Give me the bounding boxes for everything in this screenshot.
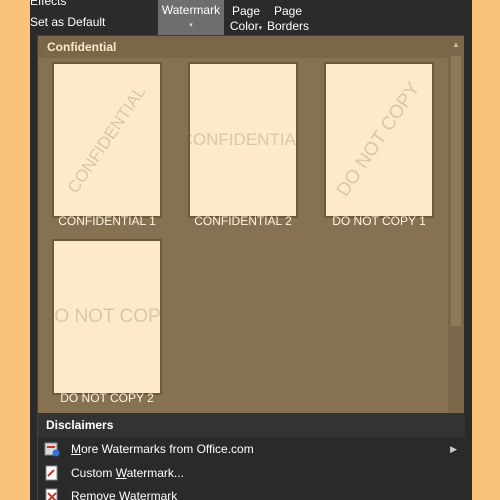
gallery-scrollbar[interactable]: ▲: [448, 36, 464, 413]
page-borders-label-line2: Borders: [266, 19, 310, 33]
watermark-preview-text: CONFIDENTIAL: [63, 82, 150, 197]
remove-watermark-menu-item[interactable]: Remove Watermark: [38, 484, 465, 500]
watermark-preview-text: CONFIDENTIAL: [190, 130, 296, 149]
more-watermarks-menu-item[interactable]: More Watermarks from Office.com ▶: [38, 437, 465, 461]
custom-watermark-menu-item[interactable]: Custom Watermark...: [38, 461, 465, 485]
watermark-gallery: Confidential CONFIDENTIAL CONFIDENTIAL 1…: [37, 35, 465, 500]
office-web-icon: [44, 442, 60, 457]
remove-watermark-icon: [45, 488, 58, 500]
watermark-thumbnail: DO NOT COPY: [324, 62, 434, 218]
watermark-option-label: CONFIDENTIAL 2: [194, 214, 292, 228]
chevron-down-icon: ▾: [258, 25, 263, 32]
scroll-up-arrow-icon[interactable]: ▲: [451, 39, 461, 51]
watermark-option-label: CONFIDENTIAL 1: [58, 214, 156, 228]
custom-watermark-icon: [45, 465, 58, 481]
ribbon: Effects Set as Default Watermark ▾ Page …: [30, 0, 472, 36]
page-borders-label-line1: Page: [273, 4, 303, 18]
more-watermarks-label: More Watermarks from Office.com: [71, 442, 254, 456]
page-color-label-line1: Page: [231, 4, 261, 18]
watermark-preview-text: DO NOT COPY: [332, 78, 425, 201]
watermark-thumbnail: DO NOT COPY: [52, 239, 162, 395]
word-window: Effects Set as Default Watermark ▾ Page …: [30, 0, 472, 500]
custom-watermark-label: Custom Watermark...: [71, 466, 184, 480]
watermark-option-label: DO NOT COPY 2: [60, 391, 154, 405]
category-header-confidential: Confidential: [38, 36, 448, 58]
page-color-label-line2-wrap: Color▾: [226, 19, 266, 33]
page-color-button[interactable]: Page Color▾: [226, 0, 266, 36]
set-as-default-button[interactable]: Set as Default: [30, 15, 105, 29]
remove-watermark-label: Remove Watermark: [71, 489, 178, 500]
submenu-arrow-icon: ▶: [450, 444, 457, 454]
effects-button[interactable]: Effects: [30, 0, 66, 8]
scroll-thumb[interactable]: [451, 56, 461, 326]
watermark-thumbnail: CONFIDENTIAL: [52, 62, 162, 218]
watermark-thumbnail: CONFIDENTIAL: [188, 62, 298, 218]
watermark-preview-text: DO NOT COPY: [54, 306, 161, 327]
page-color-label-line2: Color: [229, 19, 259, 33]
category-header-disclaimers: Disclaimers: [38, 413, 465, 437]
watermark-option-label: DO NOT COPY 1: [332, 214, 426, 228]
chevron-down-icon: ▾: [189, 22, 193, 29]
watermark-button[interactable]: Watermark ▾: [158, 0, 224, 36]
page-borders-button[interactable]: Page Borders: [266, 0, 310, 36]
watermark-button-label: Watermark: [161, 3, 221, 17]
